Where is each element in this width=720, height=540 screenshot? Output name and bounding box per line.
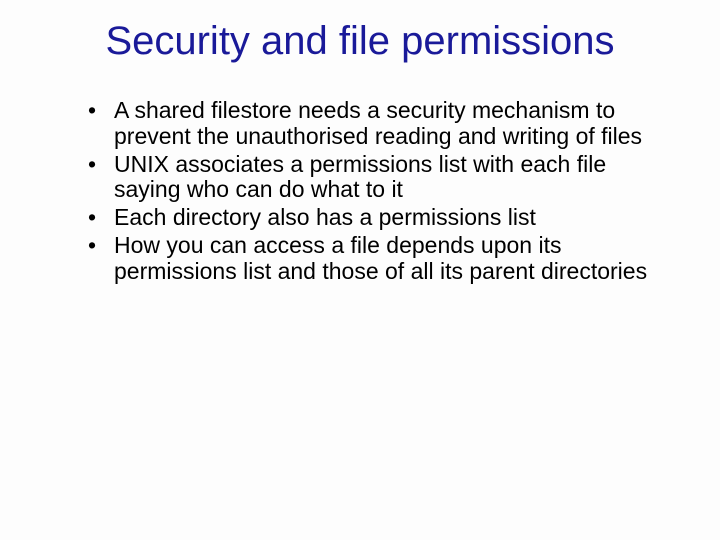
list-item: Each directory also has a permissions li… — [88, 205, 660, 231]
list-item: How you can access a file depends upon i… — [88, 233, 660, 285]
bullet-list: A shared filestore needs a security mech… — [60, 98, 660, 284]
slide-title: Security and file permissions — [60, 18, 660, 64]
list-item: A shared filestore needs a security mech… — [88, 98, 660, 150]
list-item: UNIX associates a permissions list with … — [88, 152, 660, 204]
